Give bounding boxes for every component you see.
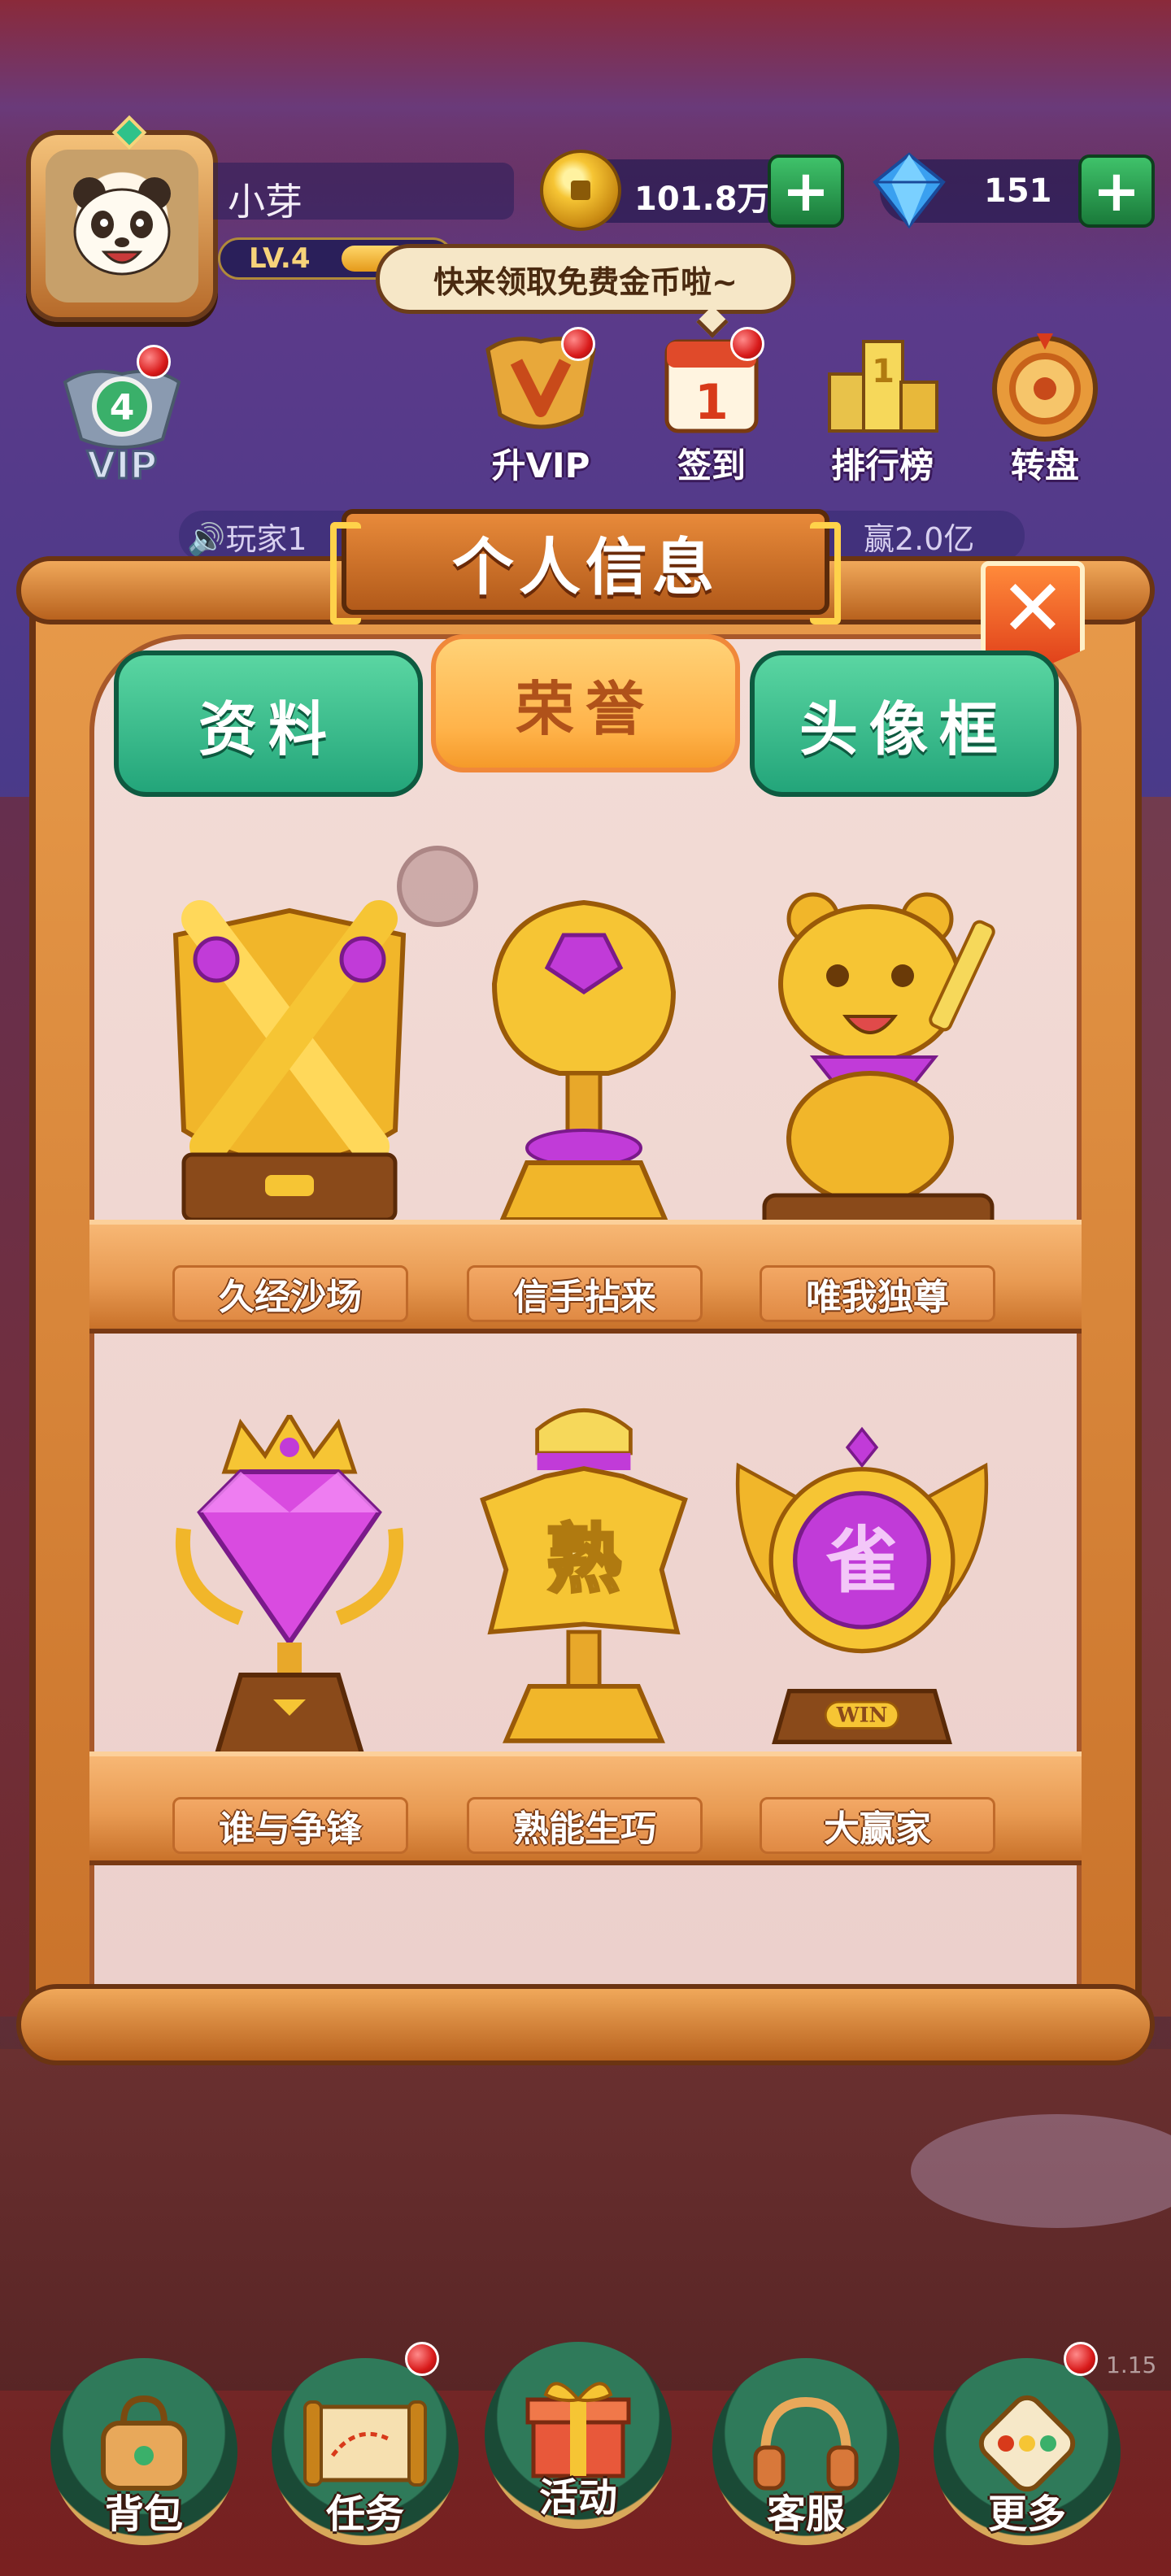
svg-text:1: 1	[694, 374, 729, 431]
nav-label: 更多	[987, 2491, 1066, 2537]
notification-dot	[405, 2342, 439, 2376]
fist-gem-trophy-icon[interactable]	[446, 886, 722, 1244]
coin-icon	[540, 150, 621, 231]
notification-dot	[561, 327, 595, 361]
vip-badge[interactable]: 4 VIP	[57, 345, 187, 489]
nav-label: 客服	[766, 2491, 845, 2537]
honor-name-plate: 熟能生巧	[467, 1797, 703, 1854]
tab-avatar-frame[interactable]: 头像框	[750, 651, 1059, 797]
svg-text:VIP: VIP	[87, 443, 157, 487]
nav-tasks[interactable]: 任务	[272, 2342, 459, 2545]
tab-profile[interactable]: 资料	[114, 651, 423, 797]
notification-dot	[137, 345, 171, 379]
leaderboard-icon: 1	[828, 340, 938, 433]
player-level: LV.4	[249, 242, 311, 275]
sign-in-button[interactable]: 1 签到	[642, 325, 781, 488]
marquee-text-left: 🔊玩家1	[187, 521, 307, 557]
avatar[interactable]	[26, 115, 218, 322]
top-icon-label: 排行榜	[830, 446, 934, 485]
diamond-icon	[873, 152, 946, 229]
version-label: 1.15	[1106, 2352, 1157, 2378]
nav-more[interactable]: 更多	[934, 2342, 1121, 2545]
winged-que-medal-icon[interactable]: 雀 WIN	[724, 1407, 1000, 1764]
honor-name-plate: 信手拈来	[467, 1265, 703, 1322]
top-icon-label: 升VIP	[491, 446, 590, 485]
top-icon-label: 转盘	[1010, 446, 1079, 485]
nav-label: 背包	[104, 2491, 183, 2537]
top-icon-label: 签到	[677, 446, 746, 485]
nav-label: 任务	[325, 2491, 404, 2537]
svg-text:4: 4	[110, 387, 135, 429]
avatar-image	[46, 150, 198, 302]
wheel-icon	[992, 333, 1098, 442]
marquee-text-right: 赢2.0亿	[864, 521, 975, 557]
coin-amount: 101.8万	[634, 181, 770, 218]
lucky-wheel-button[interactable]: 转盘	[976, 325, 1114, 488]
svg-text:雀: 雀	[825, 1519, 898, 1603]
nav-label: 活动	[538, 2475, 617, 2521]
add-coins-button[interactable]: +	[768, 154, 844, 228]
bag-icon	[101, 2395, 187, 2491]
crossed-swords-trophy-icon[interactable]	[151, 886, 428, 1244]
golden-panda-trophy-icon[interactable]	[740, 886, 1016, 1244]
panel-bottom-rail	[16, 1984, 1155, 2065]
player-name: 小芽	[228, 180, 303, 224]
notification-dot	[730, 327, 764, 361]
add-gems-button[interactable]: +	[1078, 154, 1155, 228]
gem-amount: 151	[984, 172, 1052, 210]
svg-text:1: 1	[872, 353, 895, 390]
honor-name-plate: 大赢家	[760, 1797, 995, 1854]
scroll-map-icon	[303, 2400, 427, 2487]
honor-name-plate: 谁与争锋	[172, 1797, 408, 1854]
leaderboard-button[interactable]: 1 排行榜	[813, 325, 951, 488]
panda-icon	[73, 177, 171, 276]
panel-title-banner: 个人信息	[330, 509, 841, 624]
nav-events[interactable]: 活动	[485, 2326, 672, 2529]
notification-dot	[1064, 2342, 1098, 2376]
headset-icon	[753, 2396, 859, 2496]
svg-text:熟: 熟	[546, 1516, 621, 1603]
tab-honors[interactable]: 荣誉	[431, 634, 740, 772]
honor-name-plate: 唯我独尊	[760, 1265, 995, 1322]
honor-name-plate: 久经沙场	[172, 1265, 408, 1322]
star-shu-trophy-icon[interactable]: 熟	[446, 1399, 722, 1756]
crowned-diamond-trophy-icon[interactable]	[151, 1415, 428, 1773]
svg-text:WIN: WIN	[836, 1702, 888, 1726]
nav-customer-service[interactable]: 客服	[712, 2342, 899, 2545]
nav-backpack[interactable]: 背包	[50, 2342, 237, 2545]
upgrade-vip-button[interactable]: 升VIP	[472, 325, 610, 488]
free-coins-tooltip[interactable]: 快来领取免费金币啦~	[376, 244, 795, 314]
panel-title: 个人信息	[452, 531, 719, 603]
